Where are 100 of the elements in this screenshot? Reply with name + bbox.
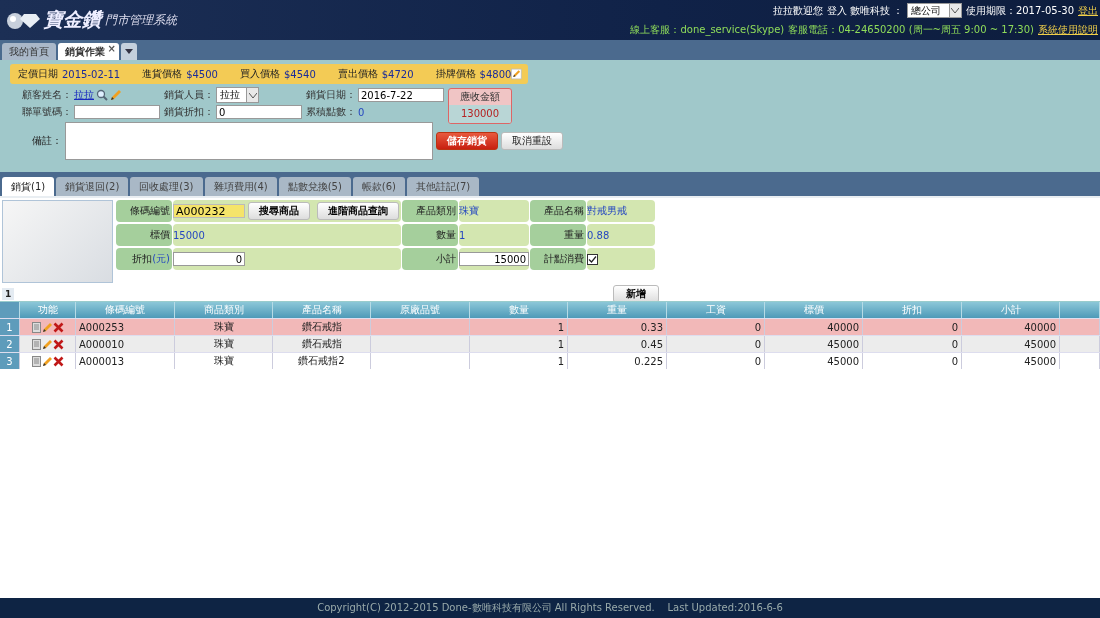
row-number: 3	[0, 353, 20, 369]
barcode-input[interactable]: A000232	[173, 204, 245, 218]
table-cell: A000010	[76, 336, 175, 352]
field-label: 標價	[116, 224, 172, 246]
product-name-value: 對戒男戒	[587, 204, 627, 218]
delete-icon[interactable]	[52, 321, 64, 333]
table-cell: 0	[863, 336, 962, 352]
table-row[interactable]: 3 A000013 珠寶 鑽石戒指2 1 0.225 0 45000 0 45000	[0, 352, 1100, 369]
field-label: 聯單號碼：	[22, 105, 72, 119]
customer-link[interactable]: 拉拉	[74, 88, 94, 102]
cancel-button[interactable]: 取消重設	[501, 132, 563, 150]
table-cell: 0	[863, 353, 962, 369]
table-cell: 1	[470, 336, 568, 352]
price-label: 賣出價格	[337, 67, 378, 81]
logo-subtitle: 門市管理系統	[105, 11, 177, 29]
pencil-icon[interactable]	[41, 355, 52, 367]
field-label: 小計	[402, 248, 458, 270]
field-label: 計點消費	[530, 248, 586, 270]
delete-icon[interactable]	[52, 355, 64, 367]
edit-pencil-icon[interactable]	[511, 67, 522, 81]
pencil-icon[interactable]	[41, 338, 52, 350]
search-product-button[interactable]: 搜尋商品	[248, 202, 310, 220]
points-checkbox[interactable]	[587, 253, 598, 265]
date-input[interactable]: 2016-7-22	[358, 88, 444, 102]
unit-label: (元)	[152, 252, 170, 266]
caret-icon	[248, 92, 257, 98]
page-tab[interactable]: 我的首頁	[2, 43, 56, 60]
copyright-text: Copyright(C) 2012-2015 Done-數唯科技有限公司 All Rights Reserved. Last Updated:2016-6-6	[317, 601, 783, 615]
price-value: 15000	[173, 229, 205, 241]
seller-select[interactable]: 拉拉	[216, 87, 259, 103]
page-tab[interactable]: 銷貨作業 ×	[58, 43, 119, 60]
delete-icon[interactable]	[52, 338, 64, 350]
table-cell: 1	[470, 353, 568, 369]
table-cell: 鑽石戒指	[273, 336, 371, 352]
detail-tab[interactable]: 帳款(6)	[352, 177, 406, 196]
price-value: $4540	[283, 68, 316, 80]
tab-menu-button[interactable]	[121, 43, 137, 60]
logout-link[interactable]: 登出	[1078, 3, 1098, 18]
field-label: 重量	[530, 224, 586, 246]
detail-tab[interactable]: 回收處理(3)	[130, 177, 203, 196]
price-value: $4800	[479, 68, 512, 80]
receivable-amount: 130000	[449, 105, 511, 123]
table-cell: 0	[667, 353, 765, 369]
price-value: 2015-02-11	[62, 68, 121, 80]
diamond-logo-icon	[6, 10, 40, 30]
detail-tab[interactable]: 銷貨退回(2)	[56, 177, 129, 196]
table-cell: 45000	[962, 353, 1060, 369]
table-cell: 珠寶	[175, 353, 273, 369]
receivable-label: 應收金額	[460, 90, 500, 104]
subtotal-input[interactable]: 15000	[459, 252, 529, 266]
price-value: $4720	[381, 68, 414, 80]
advanced-search-button[interactable]: 進階商品查詢	[317, 202, 399, 220]
detail-tab[interactable]: 點數兌換(5)	[278, 177, 351, 196]
save-button[interactable]: 儲存銷貨	[436, 132, 498, 150]
discount-amount-input[interactable]: 0	[173, 252, 245, 266]
detail-tab[interactable]: 銷貨(1)	[2, 177, 55, 196]
price-label: 定價日期	[18, 67, 58, 81]
phone-text: 客服電話：04-24650200 (周一~周五 9:00 ~ 17:30)	[788, 23, 1034, 37]
document-icon[interactable]	[31, 321, 41, 333]
table-cell: 鑽石戒指2	[273, 353, 371, 369]
detail-tab[interactable]: 其他註記(7)	[407, 177, 480, 196]
points-value: 0	[358, 106, 365, 118]
detail-tab[interactable]: 雜項費用(4)	[204, 177, 277, 196]
price-label: 買入價格	[239, 67, 280, 81]
table-cell: 0	[667, 336, 765, 352]
field-label: 銷貨折扣：	[164, 105, 214, 119]
document-icon[interactable]	[31, 338, 41, 350]
field-label: 數量	[402, 224, 458, 246]
table-row[interactable]: 1 A000253 珠寶 鑽石戒指 1 0.33 0 40000 0 40000	[0, 318, 1100, 335]
table-cell: 珠寶	[175, 336, 273, 352]
row-number: 2	[0, 336, 20, 352]
table-cell: 0.225	[568, 353, 667, 369]
pencil-icon[interactable]	[110, 89, 122, 101]
slip-number-input[interactable]	[74, 105, 160, 119]
row-number: 1	[0, 319, 20, 335]
support-text: 線上客服：done_service(Skype)	[630, 23, 785, 37]
branch-select[interactable]: 總公司	[906, 3, 962, 18]
welcome-text: 拉拉歡迎您	[772, 3, 823, 18]
price-label: 進貨價格	[142, 67, 183, 81]
caret-icon	[951, 8, 960, 13]
table-cell: 0.45	[568, 336, 667, 352]
page-number[interactable]: 1	[2, 288, 15, 300]
field-label: 備註：	[31, 134, 62, 148]
category-value: 珠寶	[459, 204, 479, 218]
pencil-icon[interactable]	[41, 321, 52, 333]
field-label: 累積點數：	[306, 105, 356, 119]
field-label: 條碼編號	[116, 200, 172, 222]
table-cell: 45000	[962, 336, 1060, 352]
note-textarea[interactable]	[65, 122, 433, 160]
quantity-value: 1	[459, 229, 466, 241]
discount-input[interactable]: 0	[216, 105, 302, 119]
login-label: 登入 數唯科技 ：	[826, 3, 903, 18]
table-row[interactable]: 2 A000010 珠寶 鑽石戒指 1 0.45 0 45000 0 45000	[0, 335, 1100, 352]
manual-link[interactable]: 系統使用說明	[1038, 23, 1098, 37]
search-icon[interactable]	[96, 89, 108, 101]
field-label: 折扣	[132, 252, 153, 266]
close-tab-text[interactable]: ×	[107, 43, 116, 54]
document-icon[interactable]	[31, 355, 41, 367]
field-label: 產品名稱	[530, 200, 586, 222]
weight-value: 0.88	[587, 229, 610, 241]
